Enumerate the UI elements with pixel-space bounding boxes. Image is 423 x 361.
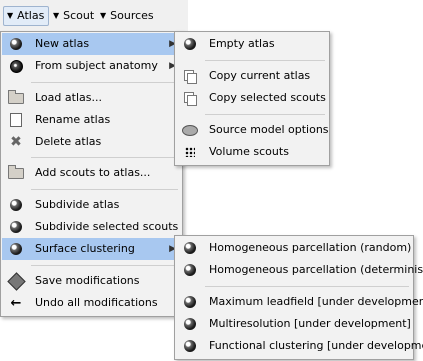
folder-open-icon <box>8 162 24 184</box>
atlas-globe-icon <box>182 291 198 313</box>
tab-sources[interactable]: ▼ Sources <box>97 6 158 26</box>
delete-x-icon: ✖ <box>10 134 22 150</box>
atlas-globe-icon <box>182 237 198 259</box>
menu-separator <box>205 286 409 287</box>
menu-item-empty-atlas[interactable]: Empty atlas <box>176 33 328 55</box>
atlas-globe-icon <box>8 216 24 238</box>
menu-separator <box>31 157 178 158</box>
tab-atlas[interactable]: ▼ Atlas <box>3 6 50 26</box>
copy-icon <box>182 65 198 87</box>
menu-item-volume-scouts[interactable]: Volume scouts <box>176 141 328 163</box>
atlas-globe-icon <box>8 33 24 55</box>
menu-item-maximum-leadfield[interactable]: Maximum leadfield [under development] <box>176 291 423 313</box>
save-icon <box>6 270 26 292</box>
menu-separator <box>31 82 178 83</box>
menu-item-source-model-options[interactable]: Source model options <box>176 119 329 141</box>
tab-atlas-label: Atlas <box>17 9 45 22</box>
atlas-globe-icon <box>182 33 198 55</box>
menu-item-undo-all[interactable]: ← Undo all modifications <box>2 292 181 314</box>
volume-dots-icon <box>182 141 198 163</box>
menu-item-copy-selected-scouts[interactable]: Copy selected scouts <box>176 87 328 109</box>
menu-item-from-subject-anatomy[interactable]: From subject anatomy ▶ <box>2 55 181 77</box>
menu-item-new-atlas[interactable]: New atlas ▶ <box>2 33 181 55</box>
tab-scout-label: Scout <box>63 9 95 22</box>
new-atlas-submenu: Empty atlas Copy current atlas Copy sele… <box>174 31 330 166</box>
dropdown-triangle-icon: ▼ <box>100 11 107 20</box>
dropdown-triangle-icon: ▼ <box>7 11 14 20</box>
brain-icon <box>8 55 24 77</box>
undo-arrow-icon: ← <box>10 295 22 311</box>
atlas-globe-icon <box>8 194 24 216</box>
cortex-surface-icon <box>182 119 198 141</box>
atlas-globe-icon <box>182 259 198 281</box>
menu-item-subdivide-atlas[interactable]: Subdivide atlas <box>2 194 181 216</box>
menu-item-functional-clustering[interactable]: Functional clustering [under development… <box>176 335 423 357</box>
menu-item-subdivide-selected-scouts[interactable]: Subdivide selected scouts <box>2 216 181 238</box>
tab-sources-label: Sources <box>110 9 154 22</box>
menu-item-load-atlas[interactable]: Load atlas... <box>2 87 181 109</box>
menu-separator <box>31 265 178 266</box>
menu-separator <box>205 114 325 115</box>
menu-item-rename-atlas[interactable]: Rename atlas <box>2 109 181 131</box>
menu-item-copy-current-atlas[interactable]: Copy current atlas <box>176 65 328 87</box>
dropdown-triangle-icon: ▼ <box>53 11 60 20</box>
atlas-globe-icon <box>182 313 198 335</box>
atlas-globe-icon <box>182 335 198 357</box>
menu-item-add-scouts[interactable]: Add scouts to atlas... <box>2 162 181 184</box>
menu-item-delete-atlas[interactable]: ✖ Delete atlas <box>2 131 181 153</box>
menu-item-save-modifications[interactable]: Save modifications <box>2 270 181 292</box>
tab-scout[interactable]: ▼ Scout <box>50 6 98 26</box>
tab-bar: ▼ Atlas ▼ Scout ▼ Sources <box>0 0 188 33</box>
menu-item-homogeneous-deterministic[interactable]: Homogeneous parcellation (deterministic) <box>176 259 423 281</box>
menu-item-multiresolution[interactable]: Multiresolution [under development] <box>176 313 412 335</box>
surface-clustering-submenu: Homogeneous parcellation (random) Homoge… <box>174 235 423 360</box>
atlas-menu: New atlas ▶ From subject anatomy ▶ Load … <box>0 31 183 317</box>
folder-open-icon <box>8 87 24 109</box>
atlas-globe-icon <box>8 238 24 260</box>
menu-separator <box>31 189 178 190</box>
copy-icon <box>182 87 198 109</box>
menu-separator <box>205 60 325 61</box>
menu-item-surface-clustering[interactable]: Surface clustering ▶ <box>2 238 181 260</box>
edit-page-icon <box>8 109 24 131</box>
menu-item-homogeneous-random[interactable]: Homogeneous parcellation (random) <box>176 237 412 259</box>
